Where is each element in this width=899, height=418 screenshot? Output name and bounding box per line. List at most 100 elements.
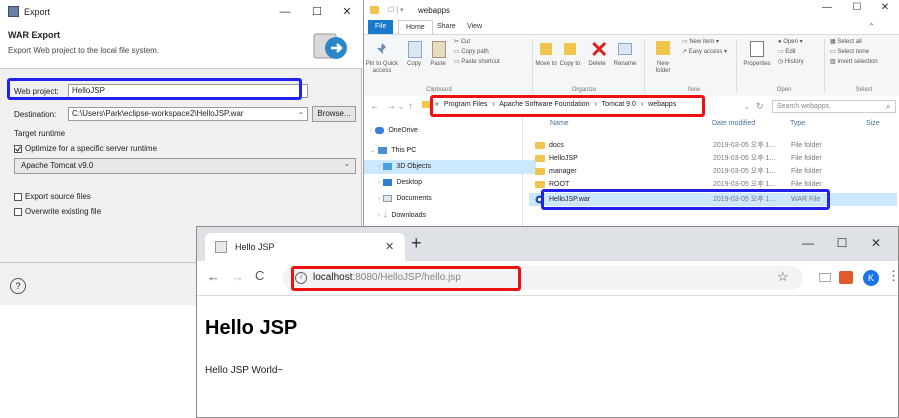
onedrive-icon bbox=[375, 126, 385, 134]
copy-icon bbox=[408, 41, 422, 58]
browser-tab[interactable]: Hello JSP ✕ bbox=[205, 233, 405, 261]
runtime-chevron-icon[interactable]: ⌄ bbox=[344, 160, 350, 168]
file-type: File folder bbox=[791, 142, 822, 149]
menu-icon[interactable]: ⋮ bbox=[887, 268, 899, 284]
properties-button[interactable]: Properties bbox=[740, 61, 774, 68]
export-source-checkbox[interactable] bbox=[14, 193, 22, 201]
rename-button[interactable]: Rename bbox=[610, 61, 640, 68]
navigation-pane: › OneDrive ⌄ This PC › 3D Objects › Desk… bbox=[364, 118, 536, 230]
breadcrumb-highlight bbox=[430, 95, 705, 117]
new-item-button[interactable]: ▭ New item ▾ bbox=[682, 39, 719, 46]
tab-share[interactable]: Share bbox=[430, 20, 463, 34]
extension-icon[interactable] bbox=[819, 273, 831, 282]
close-button[interactable]: ✕ bbox=[332, 0, 362, 24]
new-folder-icon bbox=[656, 41, 670, 55]
extension-rss-icon[interactable] bbox=[839, 271, 853, 284]
maximize-button[interactable]: ☐ bbox=[302, 0, 332, 24]
file-row-manager[interactable]: manager 2019-03-05 오후 1... File folder bbox=[529, 165, 897, 178]
open-button[interactable]: ● Open ▾ bbox=[778, 39, 803, 46]
browser-close-button[interactable]: ✕ bbox=[861, 231, 891, 255]
delete-button[interactable]: Delete bbox=[584, 61, 610, 68]
tab-home[interactable]: Home bbox=[398, 20, 433, 35]
paste-shortcut-button[interactable]: ▭ Paste shortcut bbox=[454, 59, 500, 66]
cut-button[interactable]: ✂ Cut bbox=[454, 39, 470, 46]
refresh-icon[interactable]: ↻ bbox=[756, 101, 764, 112]
back-arrow-icon[interactable]: ← bbox=[370, 101, 380, 112]
collapse-icon: ⌄ bbox=[370, 148, 379, 154]
nav-item-this-pc[interactable]: ⌄ This PC bbox=[364, 144, 528, 158]
select-none-button[interactable]: ▭ Select none bbox=[830, 49, 869, 56]
edit-button[interactable]: ▭ Edit bbox=[778, 49, 796, 56]
easy-access-button[interactable]: ↗ Easy access ▾ bbox=[682, 49, 727, 56]
export-wizard-icon bbox=[313, 33, 347, 59]
explorer-minimize-button[interactable]: — bbox=[812, 0, 842, 18]
explorer-titlebar: ☐ | ▾ webapps — ☐ ✕ bbox=[364, 0, 899, 20]
browser-minimize-button[interactable]: — bbox=[793, 231, 823, 255]
column-name[interactable]: Name bbox=[550, 120, 569, 127]
nav-item-downloads[interactable]: › ↓ Downloads bbox=[364, 208, 536, 222]
folder-icon bbox=[370, 6, 379, 14]
ribbon-separator bbox=[644, 39, 645, 93]
history-button[interactable]: ◷ History bbox=[778, 59, 804, 66]
search-input[interactable]: Search webapps bbox=[772, 100, 896, 113]
nav-label: Documents bbox=[396, 195, 432, 202]
back-icon[interactable]: ← bbox=[207, 269, 220, 284]
select-all-button[interactable]: ▦ Select all bbox=[830, 39, 862, 46]
explorer-close-button[interactable]: ✕ bbox=[870, 0, 899, 18]
file-type: File folder bbox=[791, 155, 822, 162]
page-heading: Hello JSP bbox=[205, 317, 298, 339]
browser-maximize-button[interactable]: ☐ bbox=[827, 231, 857, 255]
copy-to-button[interactable]: Copy to bbox=[558, 61, 582, 68]
invert-selection-button[interactable]: ▨ Invert selection bbox=[830, 59, 878, 66]
forward-arrow-icon[interactable]: → bbox=[386, 101, 396, 112]
overwrite-checkbox[interactable] bbox=[14, 208, 22, 216]
breadcrumb-folder-icon bbox=[422, 101, 430, 108]
nav-label: OneDrive bbox=[388, 127, 418, 134]
browse-button[interactable]: Browse... bbox=[312, 106, 356, 122]
explorer-maximize-button[interactable]: ☐ bbox=[842, 0, 872, 18]
recent-chevron-icon[interactable]: ⌄ bbox=[398, 103, 404, 111]
nav-item-onedrive[interactable]: › OneDrive bbox=[364, 124, 528, 138]
avatar[interactable]: K bbox=[863, 270, 879, 286]
optimize-checkbox[interactable] bbox=[14, 145, 22, 153]
help-icon[interactable]: ? bbox=[10, 278, 26, 294]
quick-access-icons[interactable]: ☐ | ▾ bbox=[388, 6, 404, 14]
select-group-label: Select bbox=[855, 87, 873, 93]
ribbon-collapse-icon[interactable]: ⌃ bbox=[868, 22, 875, 31]
move-to-button[interactable]: Move to bbox=[534, 61, 558, 68]
copy-button[interactable]: Copy bbox=[402, 61, 426, 68]
runtime-select[interactable]: Apache Tomcat v9.0 bbox=[14, 158, 356, 174]
copy-path-button[interactable]: ▭ Copy path bbox=[454, 49, 489, 56]
file-row-hellojsp[interactable]: HelloJSP 2019-03-05 오후 1... File folder bbox=[529, 152, 897, 165]
file-name: HelloJSP bbox=[549, 155, 578, 162]
nav-item-3d-objects[interactable]: › 3D Objects bbox=[364, 160, 536, 174]
new-tab-button[interactable]: + bbox=[411, 233, 422, 254]
forward-icon[interactable]: → bbox=[231, 269, 244, 284]
paste-button[interactable]: Paste bbox=[426, 61, 450, 68]
nav-item-desktop[interactable]: › Desktop bbox=[364, 176, 536, 190]
column-date[interactable]: Date modified bbox=[712, 120, 755, 127]
tab-file[interactable]: File bbox=[368, 20, 394, 34]
nav-item-documents[interactable]: › Documents bbox=[364, 192, 536, 206]
export-source-label: Export source files bbox=[25, 192, 91, 201]
new-folder-button[interactable]: New folder bbox=[650, 61, 676, 75]
pin-quick-access-button[interactable]: Pin to Quick access bbox=[364, 61, 400, 75]
bookmark-star-icon[interactable]: ☆ bbox=[777, 269, 789, 285]
column-type[interactable]: Type bbox=[790, 120, 805, 127]
open-group-label: Open bbox=[776, 87, 792, 93]
reload-icon[interactable]: C bbox=[255, 268, 264, 283]
open-label: Open bbox=[783, 39, 798, 45]
destination-combo[interactable]: C:\Users\Park\eclipse-workspace2\HelloJS… bbox=[68, 107, 308, 121]
address-chevron-icon[interactable]: ⌄ bbox=[744, 103, 750, 111]
tab-view[interactable]: View bbox=[460, 20, 489, 34]
folder-icon bbox=[535, 181, 545, 188]
file-row-docs[interactable]: docs 2019-03-05 오후 1... File folder bbox=[529, 139, 897, 152]
minimize-button[interactable]: — bbox=[270, 0, 300, 24]
file-date: 2019-03-05 오후 1... bbox=[713, 142, 776, 149]
column-size[interactable]: Size bbox=[866, 120, 880, 127]
up-arrow-icon[interactable]: ↑ bbox=[408, 101, 413, 112]
check-icon bbox=[15, 146, 21, 152]
chevron-down-icon[interactable]: ⌄ bbox=[298, 108, 304, 116]
search-icon: ⌕ bbox=[886, 102, 891, 111]
tab-close-icon[interactable]: ✕ bbox=[385, 240, 394, 253]
